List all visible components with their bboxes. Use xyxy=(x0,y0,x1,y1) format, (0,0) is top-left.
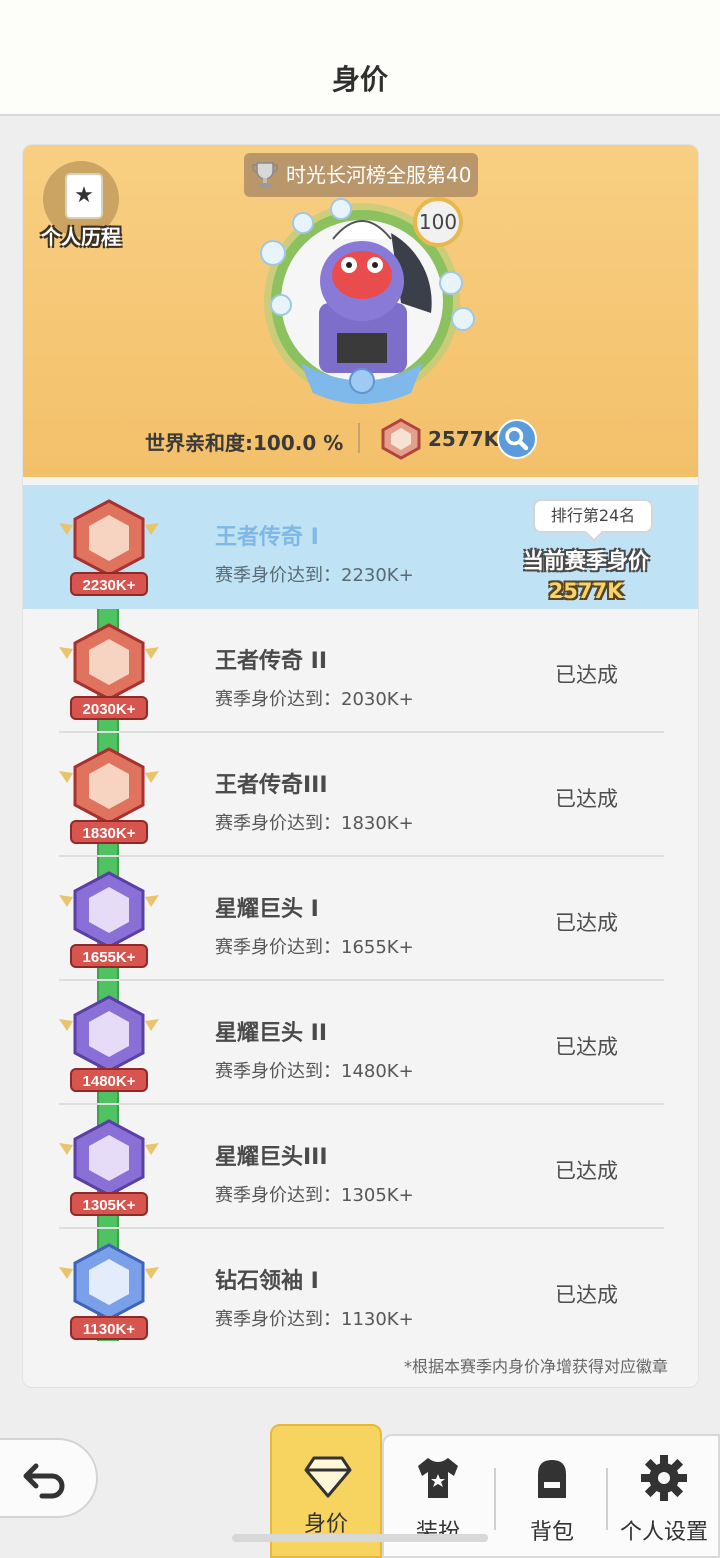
tier-requirement: 赛季身价达到：1655K+ xyxy=(215,937,414,958)
tier-list[interactable]: 2230K+ 王者传奇 I 赛季身价达到：2230K+ 排行第24名当前赛季身价 257… xyxy=(23,485,698,1341)
tier-name: 王者传奇III xyxy=(215,773,328,798)
tier-row[interactable]: 1130K+ 钻石领袖 I 赛季身价达到：1130K+ 已达成 xyxy=(23,1229,698,1341)
profile-header: ★ 个人历程 时光长河榜全服第40 100 世界亲和度:100.0 % 2577… xyxy=(23,145,698,477)
page-title: 身价 xyxy=(331,63,388,96)
tier-requirement: 赛季身价达到：1130K+ xyxy=(215,1309,414,1330)
tier-requirement: 赛季身价达到：1480K+ xyxy=(215,1061,414,1082)
tier-medal-icon: 1830K+ xyxy=(59,747,159,844)
tier-status: 已达成 xyxy=(555,1159,618,1183)
stats-divider xyxy=(358,423,360,453)
tier-name: 钻石领袖 I xyxy=(215,1269,319,1294)
current-worth-label: 当前赛季身价 xyxy=(523,549,649,573)
shirt-icon xyxy=(418,1458,458,1498)
tier-name: 王者传奇 II xyxy=(215,649,328,674)
tier-requirement: 赛季身价达到：1830K+ xyxy=(215,813,414,834)
level-badge: 100 xyxy=(413,197,463,247)
trophy-icon xyxy=(252,162,278,187)
affinity-text: 世界亲和度:100.0 % xyxy=(145,431,344,455)
tier-medal-icon: 1480K+ xyxy=(59,995,159,1092)
tier-name: 星耀巨头III xyxy=(215,1145,328,1170)
rank-tooltip: 排行第24名 xyxy=(533,499,653,533)
tier-name: 王者传奇 I xyxy=(215,525,319,550)
tier-status: 已达成 xyxy=(555,787,618,811)
tier-badge-text: 1130K+ xyxy=(83,1321,135,1338)
rank-banner-text: 时光长河榜全服第40 xyxy=(286,163,472,187)
tier-medal-icon: 1305K+ xyxy=(59,1119,159,1216)
top-bar: 身价 xyxy=(0,0,720,116)
backpack-icon xyxy=(538,1460,566,1498)
tier-badge-text: 1305K+ xyxy=(83,1197,136,1214)
worth-value: 2577K xyxy=(428,427,500,451)
tier-row[interactable]: 2030K+ 王者传奇 II 赛季身价达到：2030K+ 已达成 xyxy=(23,609,698,733)
current-worth-value: 2577K xyxy=(548,579,624,603)
tier-row[interactable]: 2230K+ 王者传奇 I 赛季身价达到：2230K+ 排行第24名当前赛季身价 257… xyxy=(23,485,698,609)
tier-status: 已达成 xyxy=(555,911,618,935)
tab-backpack[interactable]: 背包 xyxy=(496,1434,608,1558)
worth-panel: ★ 个人历程 时光长河榜全服第40 100 世界亲和度:100.0 % 2577… xyxy=(22,144,699,1388)
gem-icon xyxy=(381,418,421,460)
tab-settings-label: 个人设置 xyxy=(619,1520,708,1545)
search-icon[interactable] xyxy=(497,419,537,459)
tier-name: 星耀巨头 II xyxy=(215,1021,328,1046)
tier-requirement: 赛季身价达到：2030K+ xyxy=(215,689,414,710)
tier-badge-text: 2230K+ xyxy=(83,577,136,594)
stats-bar: 世界亲和度:100.0 % 2577K xyxy=(23,417,698,461)
tier-requirement: 赛季身价达到：1305K+ xyxy=(215,1185,414,1206)
personal-history-button[interactable]: ★ 个人历程 xyxy=(33,161,129,257)
tier-badge-text: 1830K+ xyxy=(83,825,136,842)
tier-badge-text: 1655K+ xyxy=(83,949,136,966)
tier-status: 已达成 xyxy=(555,1283,618,1307)
tier-requirement: 赛季身价达到：2230K+ xyxy=(215,565,414,586)
tab-backpack-label: 背包 xyxy=(529,1520,574,1545)
tier-row[interactable]: 1305K+ 星耀巨头III 赛季身价达到：1305K+ 已达成 xyxy=(23,1105,698,1229)
tier-name: 星耀巨头 I xyxy=(215,897,319,922)
tier-badge-text: 1480K+ xyxy=(83,1073,136,1090)
current-worth-box: 排行第24名当前赛季身价 2577K xyxy=(511,499,661,603)
home-indicator xyxy=(232,1534,488,1542)
tier-row[interactable]: 1480K+ 星耀巨头 II 赛季身价达到：1480K+ 已达成 xyxy=(23,981,698,1105)
gear-icon xyxy=(641,1455,687,1501)
diamond-icon xyxy=(304,1456,352,1498)
tier-status: 已达成 xyxy=(555,1035,618,1059)
footnote: *根据本赛季内身价净增获得对应徽章 xyxy=(403,1357,668,1376)
history-label: 个人历程 xyxy=(41,225,121,249)
tier-row[interactable]: 1655K+ 星耀巨头 I 赛季身价达到：1655K+ 已达成 xyxy=(23,857,698,981)
back-arrow-icon xyxy=(23,1463,65,1499)
tier-badge-text: 2030K+ xyxy=(83,701,136,718)
tier-medal-icon: 2230K+ xyxy=(59,499,159,596)
tier-medal-icon: 1655K+ xyxy=(59,871,159,968)
back-button[interactable] xyxy=(0,1438,98,1518)
tier-row[interactable]: 1830K+ 王者传奇III 赛季身价达到：1830K+ 已达成 xyxy=(23,733,698,857)
tab-settings[interactable]: 个人设置 xyxy=(608,1434,720,1558)
tier-medal-icon: 1130K+ xyxy=(59,1243,159,1340)
rank-banner[interactable]: 时光长河榜全服第40 xyxy=(244,153,478,197)
tier-status: 已达成 xyxy=(555,663,618,687)
tier-medal-icon: 2030K+ xyxy=(59,623,159,720)
